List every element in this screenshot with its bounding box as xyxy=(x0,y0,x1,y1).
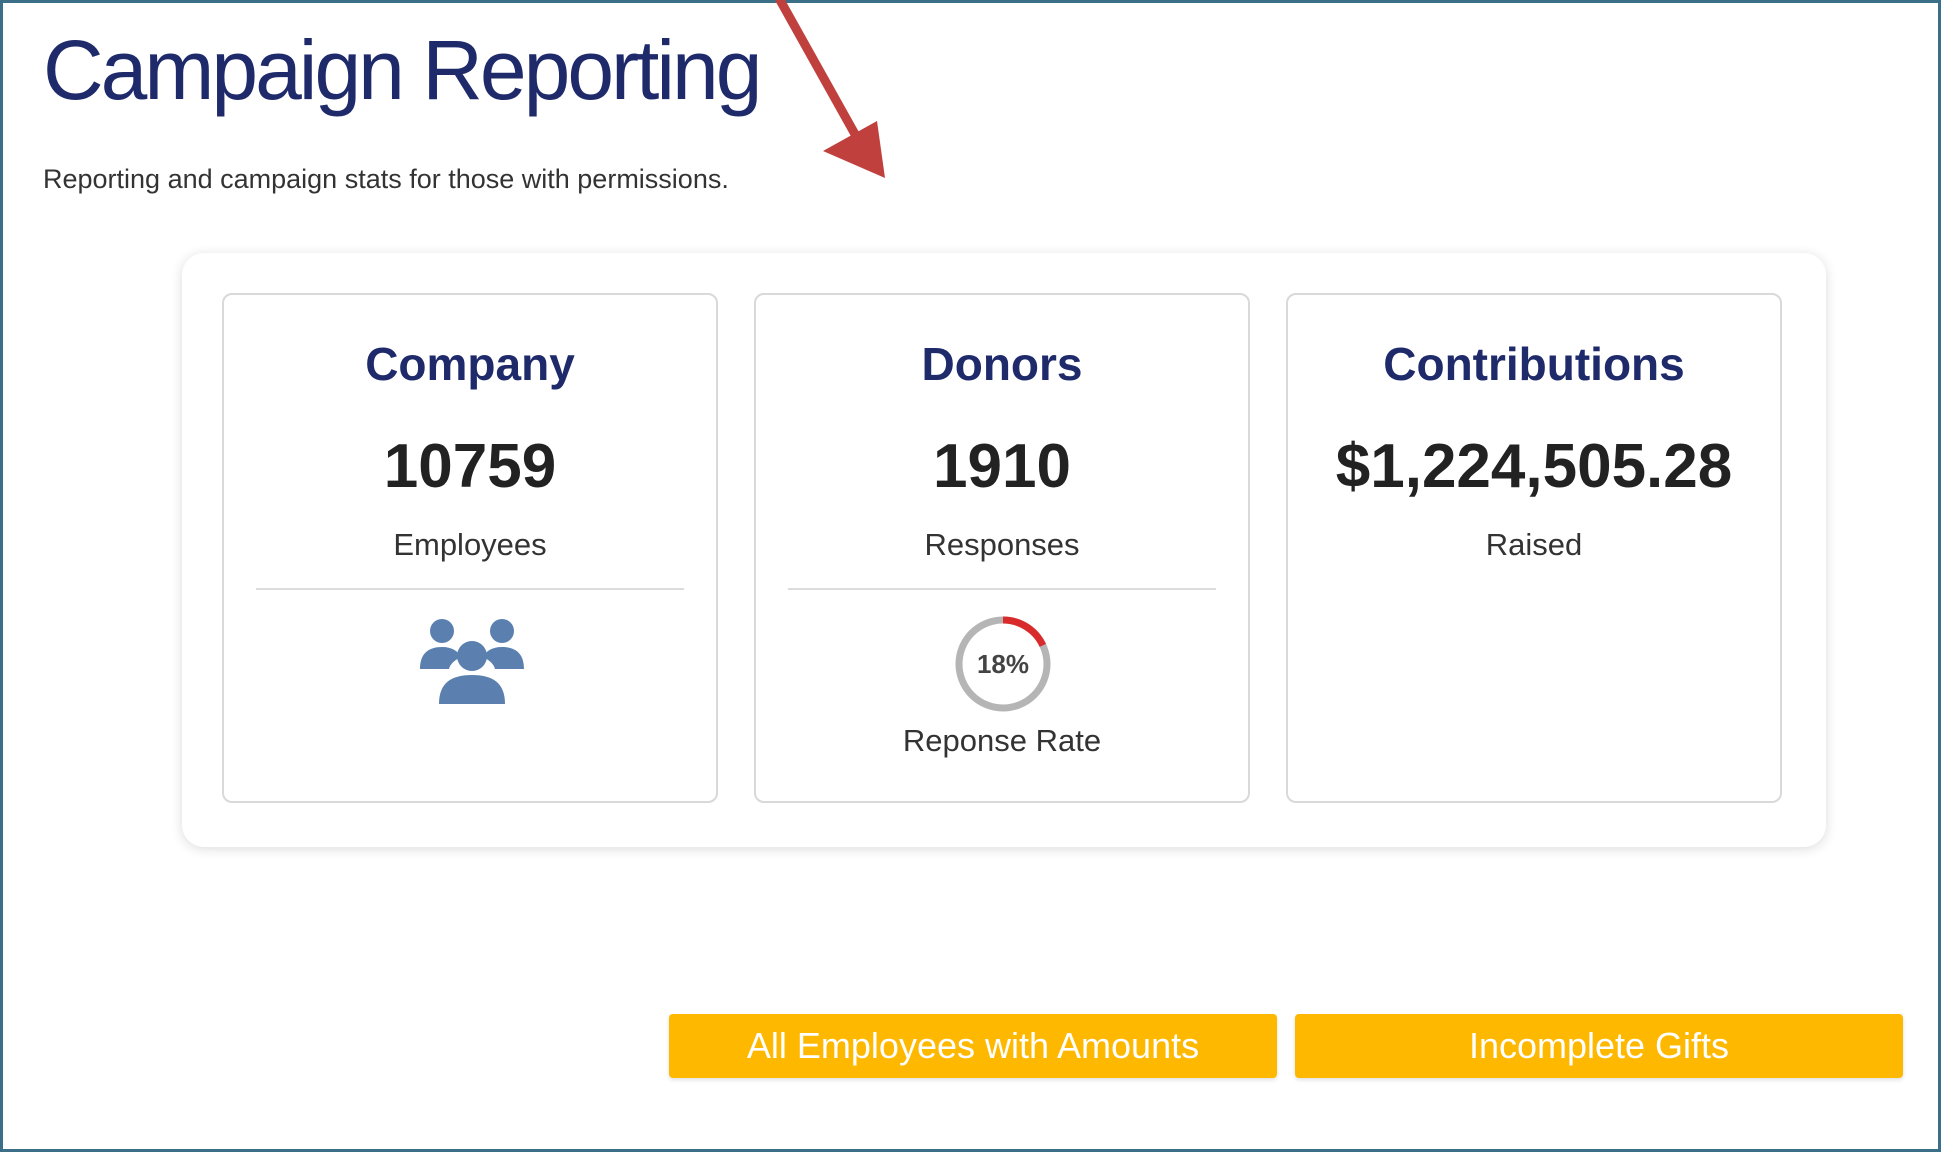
card-divider xyxy=(256,588,684,590)
response-rate-value: 18% xyxy=(976,649,1030,679)
page-subtitle: Reporting and campaign stats for those w… xyxy=(43,164,729,194)
contributions-title: Contributions xyxy=(1383,338,1685,390)
donors-title: Donors xyxy=(921,338,1083,390)
contributions-amount: $1,224,505.28 xyxy=(1335,432,1733,501)
page-title: Campaign Reporting xyxy=(43,23,762,117)
annotation-arrow-icon xyxy=(775,0,885,178)
donor-count: 1910 xyxy=(933,432,1071,501)
responses-label: Responses xyxy=(924,527,1080,562)
company-title: Company xyxy=(365,338,575,390)
card-divider xyxy=(788,588,1216,590)
response-rate-label: Reponse Rate xyxy=(902,723,1102,758)
contributions-card: Contributions $1,224,505.28 Raised xyxy=(1286,293,1782,803)
all-employees-with-amounts-button[interactable]: All Employees with Amounts xyxy=(669,1014,1277,1078)
donors-card: Donors 1910 Responses 18% Reponse Rate xyxy=(754,293,1250,803)
employee-count: 10759 xyxy=(383,432,557,501)
raised-label: Raised xyxy=(1485,527,1583,562)
incomplete-gifts-button[interactable]: Incomplete Gifts xyxy=(1295,1014,1903,1078)
stats-panel: Company 10759 Employees Donors 1910 Resp… xyxy=(182,253,1826,847)
people-group-icon xyxy=(420,619,524,704)
company-card: Company 10759 Employees xyxy=(222,293,718,803)
employees-label: Employees xyxy=(393,527,547,562)
